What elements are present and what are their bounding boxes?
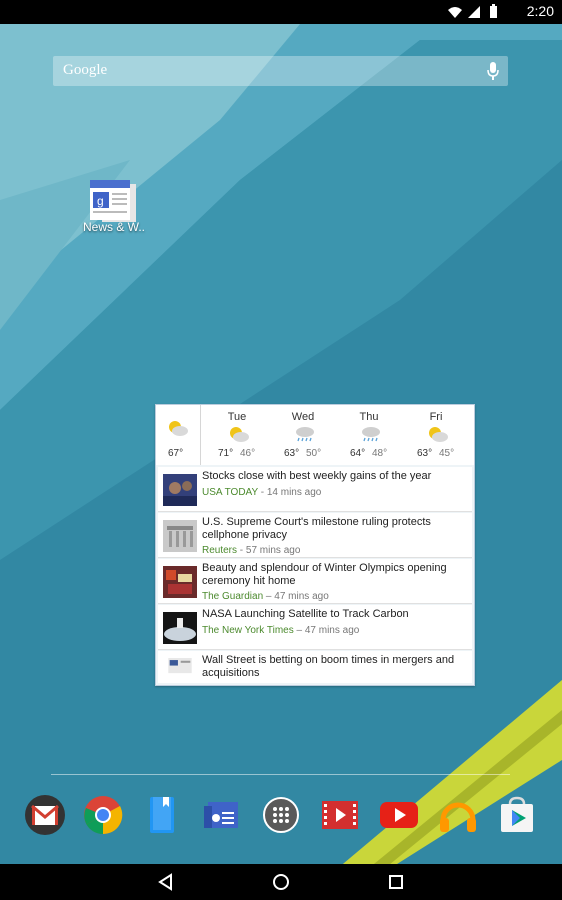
nav-bar [0, 864, 562, 900]
status-bar: 2:20 [0, 0, 562, 24]
chrome-icon[interactable] [82, 794, 124, 836]
news-weather-widget[interactable]: 67° Tue 71° 46° Wed 63° 50° Thu 64° 48° … [155, 404, 475, 686]
play-store-icon[interactable] [496, 794, 538, 836]
day-high: 63° [284, 448, 300, 459]
news-item[interactable]: Stocks close with best weekly gains of t… [158, 467, 472, 512]
day-low: 48° [372, 448, 388, 459]
play-books-icon[interactable] [141, 794, 183, 836]
news-title: Beauty and splendour of Winter Olympics … [202, 562, 447, 587]
weather-current: 67° [156, 405, 201, 465]
news-time: – 47 mins ago [293, 625, 360, 636]
partly-cloudy-icon [169, 421, 188, 436]
day-low: 50° [306, 448, 322, 459]
app-drawer-icon[interactable] [260, 794, 302, 836]
youtube-icon[interactable] [378, 794, 420, 836]
mic-icon[interactable] [486, 61, 500, 81]
news-thumbnail [168, 658, 192, 674]
news-time: – 47 mins ago [263, 591, 329, 602]
gmail-icon[interactable] [24, 794, 66, 836]
weather-panel[interactable]: 67° Tue 71° 46° Wed 63° 50° Thu 64° 48° … [156, 405, 474, 465]
weather-day: Fri 63° 45° [403, 405, 469, 465]
weather-day: Wed 63° 50° [270, 405, 336, 465]
svg-text:g: g [97, 194, 104, 208]
day-low: 45° [439, 448, 455, 459]
play-movies-icon[interactable] [319, 794, 361, 836]
day-name: Wed [291, 411, 315, 423]
wifi-icon [448, 7, 462, 18]
google-logo: Google [63, 62, 108, 78]
google-search-bar[interactable]: Google [53, 56, 508, 86]
news-thumbnail [163, 474, 197, 506]
weather-day: Thu 64° 48° [336, 405, 402, 465]
news-source: The New York Times [202, 625, 294, 636]
signal-icon [468, 6, 480, 18]
rain-icon [362, 427, 380, 442]
news-item[interactable]: Beauty and splendour of Winter Olympics … [158, 559, 472, 604]
news-item[interactable]: U.S. Supreme Court's milestone ruling pr… [158, 513, 472, 558]
news-thumbnail [163, 566, 197, 598]
news-item[interactable]: Wall Street is betting on boom times in … [158, 651, 472, 683]
news-meta: The New York Times – 47 mins ago [202, 625, 359, 636]
partly-cloudy-icon [230, 427, 249, 442]
news-time: - 14 mins ago [257, 487, 322, 498]
day-low: 46° [240, 448, 256, 459]
news-source: USA TODAY [202, 487, 258, 498]
news-source: Reuters [202, 545, 238, 556]
play-music-icon[interactable] [437, 794, 479, 836]
day-name: Thu [359, 411, 379, 423]
home-icon[interactable] [270, 871, 292, 893]
dock-divider [51, 774, 510, 775]
news-title: Stocks close with best weekly gains of t… [202, 470, 432, 482]
news-title: NASA Launching Satellite to Track Carbon [202, 608, 409, 620]
news-item[interactable]: NASA Launching Satellite to Track Carbon… [158, 605, 472, 650]
news-list: Stocks close with best weekly gains of t… [158, 467, 472, 683]
status-icons [448, 4, 497, 18]
news-meta: Reuters - 57 mins ago [202, 545, 300, 556]
weather-day: Tue 71° 46° [204, 405, 270, 465]
news-time: - 57 mins ago [237, 545, 301, 556]
news-title: Wall Street is betting on boom times in … [202, 654, 455, 679]
app-label: News & W.. [82, 220, 145, 234]
battery-icon [490, 4, 497, 18]
news-weather-icon[interactable] [200, 794, 242, 836]
partly-cloudy-icon [429, 427, 448, 442]
day-high: 63° [417, 448, 433, 459]
day-name: Fri [429, 411, 443, 423]
news-meta: The Guardian – 47 mins ago [202, 591, 329, 602]
recents-icon[interactable] [385, 871, 407, 893]
day-high: 64° [350, 448, 366, 459]
status-time: 2:20 [526, 3, 554, 19]
rain-icon [296, 427, 314, 442]
news-title: U.S. Supreme Court's milestone ruling pr… [202, 516, 431, 541]
news-meta: USA TODAY - 14 mins ago [202, 487, 321, 498]
news-thumbnail [163, 520, 197, 552]
back-icon[interactable] [155, 871, 177, 893]
current-temp: 67° [168, 448, 184, 459]
day-high: 71° [218, 448, 234, 459]
news-thumbnail [163, 612, 197, 644]
news-source: The Guardian [202, 591, 264, 602]
day-name: Tue [227, 411, 247, 423]
